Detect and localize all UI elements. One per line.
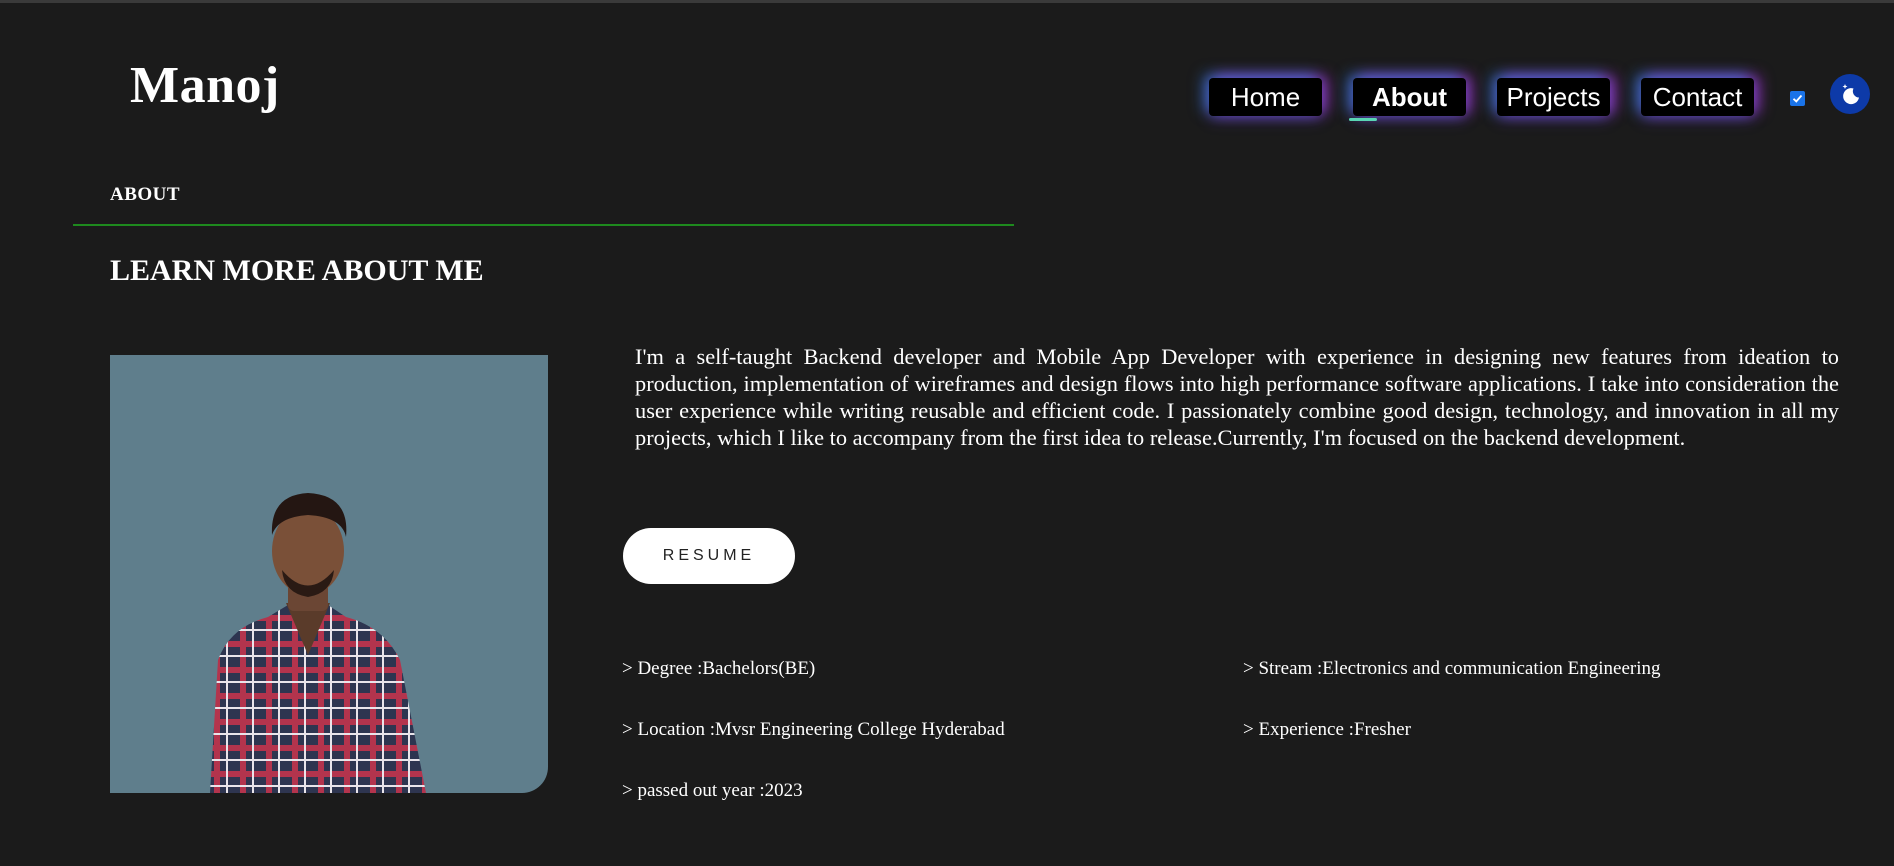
bio-paragraph: I'm a self-taught Backend developer and … (635, 344, 1839, 450)
section-label: ABOUT (110, 184, 181, 205)
resume-button[interactable]: RESUME (623, 528, 795, 584)
fact-location: > Location :Mvsr Engineering College Hyd… (622, 719, 1005, 740)
section-heading: LEARN MORE ABOUT ME (110, 254, 484, 287)
moon-icon (1842, 84, 1859, 105)
brand-logo[interactable]: Manoj (130, 56, 280, 115)
theme-toggle-button[interactable] (1830, 74, 1870, 114)
fact-passed-out-year: > passed out year :2023 (622, 780, 803, 801)
profile-photo (110, 355, 548, 793)
fact-stream: > Stream :Electronics and communication … (1243, 658, 1661, 679)
checkmark-icon (1792, 94, 1803, 103)
section-divider (73, 224, 1014, 226)
nav-home[interactable]: Home (1209, 78, 1322, 116)
theme-checkbox[interactable] (1790, 91, 1805, 106)
fact-experience: > Experience :Fresher (1243, 719, 1411, 740)
nav-contact[interactable]: Contact (1641, 78, 1754, 116)
nav-projects[interactable]: Projects (1497, 78, 1610, 116)
nav-about[interactable]: About (1353, 78, 1466, 116)
browser-top-edge (0, 0, 1894, 3)
fact-degree: > Degree :Bachelors(BE) (622, 658, 816, 679)
nav-active-indicator (1349, 118, 1377, 121)
person-portrait-image (210, 493, 426, 793)
